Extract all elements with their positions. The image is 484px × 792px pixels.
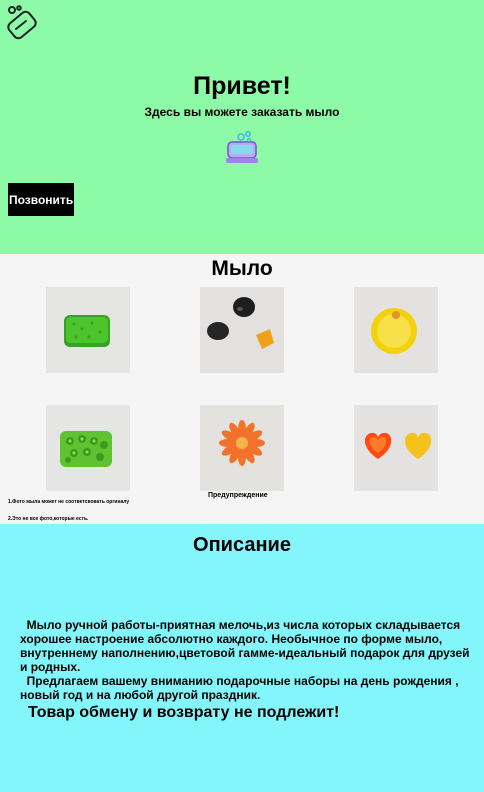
description-text: Мыло ручной работы-приятная мелочь,из чи… xyxy=(20,618,472,702)
photo-green-floral-rectangle-soap xyxy=(46,405,130,491)
photo-yellow-round-soap xyxy=(354,287,438,373)
hero-subtitle: Здесь вы можете заказать мыло xyxy=(144,105,340,119)
description-title: Описание xyxy=(193,534,291,556)
gallery-note-1: 1.Фото мыла может не соответсвовать орги… xyxy=(8,499,130,505)
description-paragraph-2: Предлагаем вашему вниманию подарочные на… xyxy=(20,674,459,702)
description-section: Описание Мыло ручной работы-приятная мел… xyxy=(0,524,484,792)
hero-title: Привет! xyxy=(193,72,291,100)
no-return-warning: Товар обмену и возврату не подлежит! xyxy=(28,704,340,721)
gallery-section: Мыло Предупреждение 1.Фото мыла может не… xyxy=(0,254,484,524)
photo-black-and-orange-soap-pieces xyxy=(200,287,284,373)
soap-dish-icon xyxy=(226,131,258,163)
call-button[interactable]: Позвонить xyxy=(8,183,74,216)
gallery-caption: Предупреждение xyxy=(208,492,268,499)
description-paragraph-1: Мыло ручной работы-приятная мелочь,из чи… xyxy=(20,618,470,674)
gallery-title: Мыло xyxy=(211,257,273,280)
gallery-note-2: 2.Это не все фото,которые есть. xyxy=(8,516,89,522)
photo-orange-and-yellow-heart-soaps xyxy=(354,405,438,491)
soap-bar-icon xyxy=(7,5,37,40)
hero-section: Привет! Здесь вы можете заказать мыло По… xyxy=(0,0,484,254)
photo-orange-daisy-soap xyxy=(200,405,284,491)
photo-green-rectangle-soap xyxy=(46,287,130,373)
